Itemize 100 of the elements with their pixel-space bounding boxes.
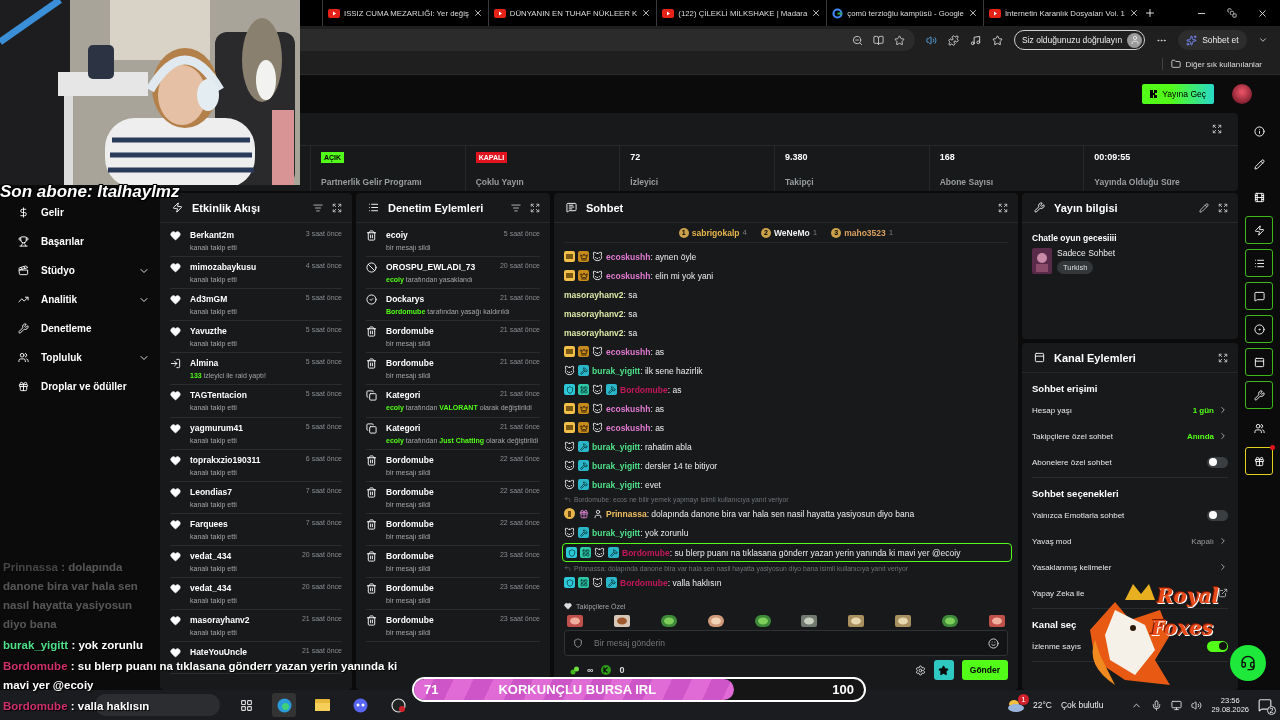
event-user: Dockarys [386, 294, 425, 305]
category-name[interactable]: Sadece Sohbet [1057, 248, 1116, 258]
channel-points: ∞ [587, 665, 594, 675]
chat-message: burak_yigitt: ilk sene hazirlik [592, 365, 703, 376]
overlay-chat-line: Bordomube : valla haklısın [3, 699, 150, 714]
overlay-chat-line: burak_yigitt : yok zorunlu [3, 638, 143, 653]
event-user: Yavuzthe [190, 326, 227, 337]
last-subscriber-text: Son abone: Italhaylmz [0, 182, 180, 202]
nav-label: Topluluk [41, 352, 83, 363]
event-user: Farquees [190, 518, 228, 529]
chat-message: ecoskushh: as [606, 403, 665, 414]
logo-word: Royal [1157, 584, 1220, 608]
setting-label: Yavaş mod [1032, 536, 1073, 546]
event-user: Berkant2m [190, 230, 234, 240]
go-live-button[interactable]: Yayına Geç [1142, 84, 1214, 104]
stat-value: 168 [939, 152, 956, 162]
message-count: 1 [812, 228, 818, 237]
chat-message: burak_yigitt: rahatim abla [592, 441, 692, 452]
event-user: Bordomube [386, 583, 434, 594]
nav-label: Gelir [41, 207, 65, 218]
message-field[interactable]: Bir mesaj gönderin [564, 630, 1008, 656]
stream-title: Chatle oyun gecesiiii [1032, 233, 1118, 243]
message-count: 1 [888, 228, 894, 237]
chat-message: Bordomube: as [620, 384, 682, 395]
nav-item[interactable]: Droplar ve ödüller [18, 372, 150, 401]
nav-item[interactable]: Topluluk [18, 343, 150, 372]
nav-item[interactable]: Analitik [18, 285, 150, 314]
message-count: 4 [742, 228, 747, 237]
nav-label: Droplar ve ödüller [41, 381, 128, 392]
nav-item[interactable]: Stüdyo [18, 256, 150, 285]
top-chatter-name: sabrigokalp [691, 227, 740, 238]
event-user: Ad3mGM [190, 294, 228, 305]
event-user: yagmurum41 [190, 422, 243, 433]
event-user: Bordomube [386, 550, 434, 561]
nav-label: Stüdyo [41, 265, 76, 276]
event-user: masorayhanv2 [190, 615, 250, 626]
event-user: Bordomube [386, 358, 434, 369]
chat-message: ecoskushh: as [606, 346, 665, 357]
event-user: vedat_434 [190, 583, 232, 594]
setting-label: Yasaklanmış kelimeler [1032, 562, 1113, 572]
section-heading: Sohbet erişimi [1032, 382, 1098, 396]
section-heading: Kanal seç [1032, 618, 1077, 632]
goal-current: 71 [424, 682, 439, 697]
temperature: 22°C [1032, 700, 1052, 710]
chat-message: masorayhanv2: sa [564, 308, 638, 319]
event-user: mimozabaykusu [190, 262, 257, 273]
event-user: Bordomube [386, 486, 434, 497]
stat-label: Takipçi [785, 177, 815, 187]
goal-title: KORKUNÇLU BURSA IRL [498, 682, 658, 697]
coin-count: 0 [619, 665, 625, 675]
nav-label: Analitik [41, 294, 79, 305]
panel-title: Sohbet [586, 201, 625, 214]
nav-item[interactable]: Denetleme [18, 314, 150, 343]
chat-message: masorayhanv2: sa [564, 289, 638, 300]
event-user: HateYouUncle [190, 647, 247, 658]
event-user: OROSPU_EWLADI_73 [386, 262, 476, 273]
setting-label: Takipçilere özel sohbet [1032, 431, 1114, 441]
stat-value: 9.380 [785, 152, 809, 162]
chat-message: Bordomube: valla haklısın [620, 577, 722, 588]
send-button[interactable]: Gönder [961, 660, 1008, 680]
event-user: toprakxzio190311 [190, 454, 261, 465]
setting-value: Anında [1186, 431, 1214, 441]
top-chatter-name: WeNeMo [773, 227, 810, 238]
nav-label: Başarılar [41, 236, 85, 247]
event-user: Bordomube [386, 454, 434, 465]
stat-label: Çoklu Yayın [475, 177, 525, 187]
chat-message: ecoskushh: as [606, 422, 665, 433]
nav-label: Denetleme [41, 323, 93, 334]
setting-label: Yalnızca Emotlarla sohbet [1032, 510, 1126, 520]
chat-assistant-button[interactable]: Sohbet et [1178, 30, 1247, 50]
stat-value: 00:09:55 [1094, 152, 1132, 162]
event-user: Leondias7 [190, 486, 233, 497]
event-user: Kategori [386, 390, 421, 401]
panel-title: Denetim Eylemleri [388, 201, 485, 214]
message-input[interactable]: Bir mesaj gönderin [592, 637, 979, 649]
weather-alert-count: 1 [1017, 693, 1029, 705]
chat-message: ecoskushh: aynen öyle [606, 251, 697, 262]
setting-label: Hesap yaşı [1032, 405, 1074, 415]
nav-item[interactable]: Başarılar [18, 227, 150, 256]
weather-text: Çok bulutlu [1060, 700, 1104, 710]
event-user: Bordomube [386, 326, 434, 337]
section-heading: Sohbet seçenekleri [1032, 487, 1119, 501]
panel-title: Etkinlik Akışı [192, 201, 262, 214]
top-chatter-name: maho3523 [844, 227, 886, 238]
bookmark-folder[interactable]: Diğer sık kullanılanlar [1161, 58, 1268, 70]
event-user: ecoiy [386, 230, 408, 240]
goal-target: 100 [832, 682, 854, 697]
setting-value: 1 gün [1192, 405, 1214, 415]
chat-message: burak_yigitt: yok zorunlu [592, 527, 689, 538]
chat-message: burak_yigitt: dersler 14 te bitiyor [592, 460, 718, 471]
stat-label: Yayında Olduğu Süre [1094, 177, 1181, 187]
setting-label: Abonelere özel sohbet [1032, 457, 1113, 467]
setting-value: Kapalı [1191, 536, 1214, 546]
chat-message: Bordomube: su blerp puanı na tıklasana gönderr yazan yerin yanında ki mavi yer @ecoiy [622, 547, 961, 558]
setting-label: İzlenme sayıs [1032, 641, 1082, 651]
stat-label: Abone Sayısı [939, 177, 995, 187]
event-user: Almina [190, 358, 219, 369]
chat-message: burak_yigitt: evet [592, 479, 661, 490]
panel-title: Yayın bilgisi [1054, 201, 1119, 214]
event-user: Kategori [386, 422, 421, 433]
